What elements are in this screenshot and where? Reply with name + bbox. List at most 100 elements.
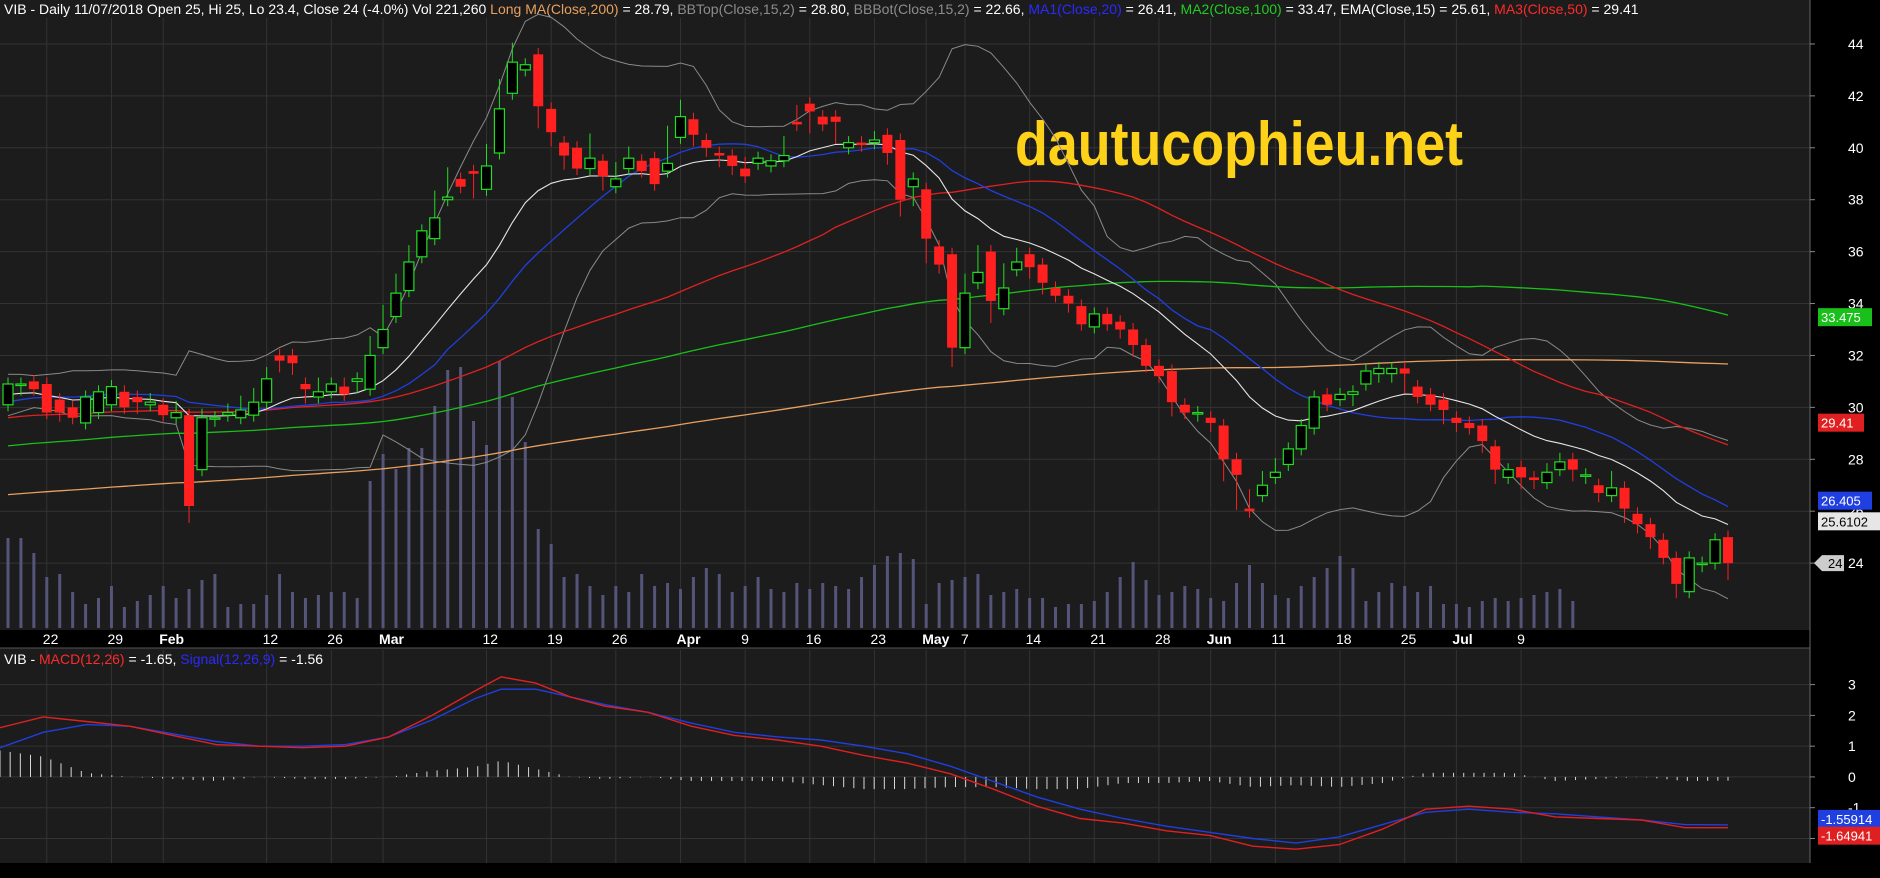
date-tick-label: Jun: [1207, 631, 1232, 647]
volume-bar: [1454, 604, 1458, 628]
candle-body-down: [339, 386, 350, 395]
candle-body-down: [455, 178, 466, 187]
candle-body-up: [222, 411, 234, 416]
volume-bar: [329, 592, 333, 628]
macd-tick-label: 2: [1848, 707, 1856, 723]
candle-body-up: [364, 354, 376, 390]
candle-body-up: [1580, 474, 1592, 477]
date-tick-label: Jul: [1452, 631, 1472, 647]
volume-bar: [148, 595, 152, 628]
candle-body-down: [287, 355, 298, 364]
candle-body-up: [429, 217, 441, 240]
volume-bar: [1416, 592, 1420, 628]
candle-body-up: [105, 385, 118, 406]
volume-bar: [122, 607, 126, 628]
volume-bar: [1532, 595, 1536, 628]
price-tick-label: 44: [1848, 36, 1864, 52]
volume-bar: [963, 577, 967, 628]
candle-body-up: [170, 411, 182, 419]
volume-bar: [1144, 580, 1148, 628]
volume-bar: [808, 589, 812, 628]
candle-body-down: [184, 415, 195, 506]
macd-panel[interactable]: [0, 648, 1810, 863]
main-part-2: = 28.79,: [619, 1, 678, 17]
candle-body-down: [1477, 425, 1488, 442]
candle-body-down: [895, 140, 906, 200]
candle-body-down: [1050, 287, 1061, 296]
volume-bar: [743, 586, 747, 628]
macd-marker-label: -1.55914: [1821, 812, 1872, 827]
candle-body-down: [1024, 254, 1035, 268]
volume-bar: [135, 601, 139, 628]
candle-body-up: [623, 157, 635, 170]
candle-body-down: [985, 251, 996, 301]
volume-bar: [472, 421, 476, 628]
candle-body-up: [868, 139, 881, 144]
candle-body-down: [1179, 404, 1190, 413]
main-part-4: = 28.80,: [795, 1, 854, 17]
candle-body-down: [1619, 487, 1630, 509]
volume-bar: [1260, 583, 1264, 628]
volume-bar: [1066, 604, 1070, 628]
candle-body-down: [1153, 365, 1164, 377]
candle-body-up: [79, 396, 92, 424]
candle-body-up: [519, 64, 531, 71]
volume-bar: [1429, 586, 1433, 628]
volume-bar: [860, 577, 864, 628]
candle-body-down: [636, 160, 647, 172]
candle-body-up: [416, 230, 428, 258]
volume-bar: [1558, 589, 1562, 628]
volume-bar: [1028, 598, 1032, 628]
candle-body-up: [998, 287, 1010, 310]
volume-bar: [316, 595, 320, 628]
candle-body-up: [377, 328, 389, 349]
volume-bar: [200, 580, 204, 628]
volume-bar: [678, 589, 682, 628]
volume-bar: [19, 538, 23, 628]
candle-body-up: [144, 401, 156, 406]
date-tick-label: Mar: [379, 631, 404, 647]
candle-body-down: [158, 404, 169, 416]
main-part-12: = 25.61,: [1435, 1, 1494, 17]
candle-body-up: [674, 116, 687, 139]
volume-bar: [84, 604, 88, 628]
candle-body-down: [28, 381, 39, 390]
volume-bar: [1467, 607, 1471, 628]
candle-body-up: [196, 417, 208, 471]
main-part-3: BBTop(Close,15,2): [677, 1, 795, 17]
candle-body-up: [752, 157, 764, 164]
price-marker-label: 26.405: [1821, 494, 1861, 509]
candle-body-up: [1502, 469, 1514, 479]
candle-body-down: [1399, 368, 1410, 374]
volume-bar: [187, 589, 191, 628]
volume-bar: [252, 604, 256, 628]
price-panel[interactable]: [0, 0, 1810, 630]
candle-body-down: [1102, 313, 1113, 325]
candle-body-down: [1671, 557, 1682, 584]
candle-body-down: [1141, 345, 1152, 366]
volume-bar: [989, 595, 993, 628]
candle-body-up: [1256, 484, 1269, 497]
candle-body-down: [41, 384, 52, 413]
candle-body-down: [54, 399, 65, 413]
volume-bar: [1299, 586, 1303, 628]
candle-body-down: [1231, 459, 1242, 475]
volume-bar: [1403, 586, 1407, 628]
candle-body-down: [1516, 467, 1527, 478]
volume-bar: [1170, 592, 1174, 628]
candle-body-up: [1334, 393, 1346, 401]
volume-bar: [342, 592, 346, 628]
volume-bar: [1351, 568, 1355, 628]
stock-chart[interactable]: dautucophieu.net 22 29 Feb 12 26 Mar 12 19 26 Apr…: [0, 0, 1880, 878]
volume-bar: [924, 604, 928, 628]
volume-bar: [523, 442, 527, 628]
volume-bar: [795, 583, 799, 628]
candle-body-down: [947, 254, 958, 348]
volume-bar: [265, 595, 269, 628]
volume-bar: [497, 361, 501, 628]
candle-body-down: [559, 142, 570, 156]
volume-bar: [562, 577, 566, 628]
price-marker-label: 33.475: [1821, 310, 1861, 325]
candle-body-down: [804, 103, 815, 112]
volume-bar: [1002, 592, 1006, 628]
